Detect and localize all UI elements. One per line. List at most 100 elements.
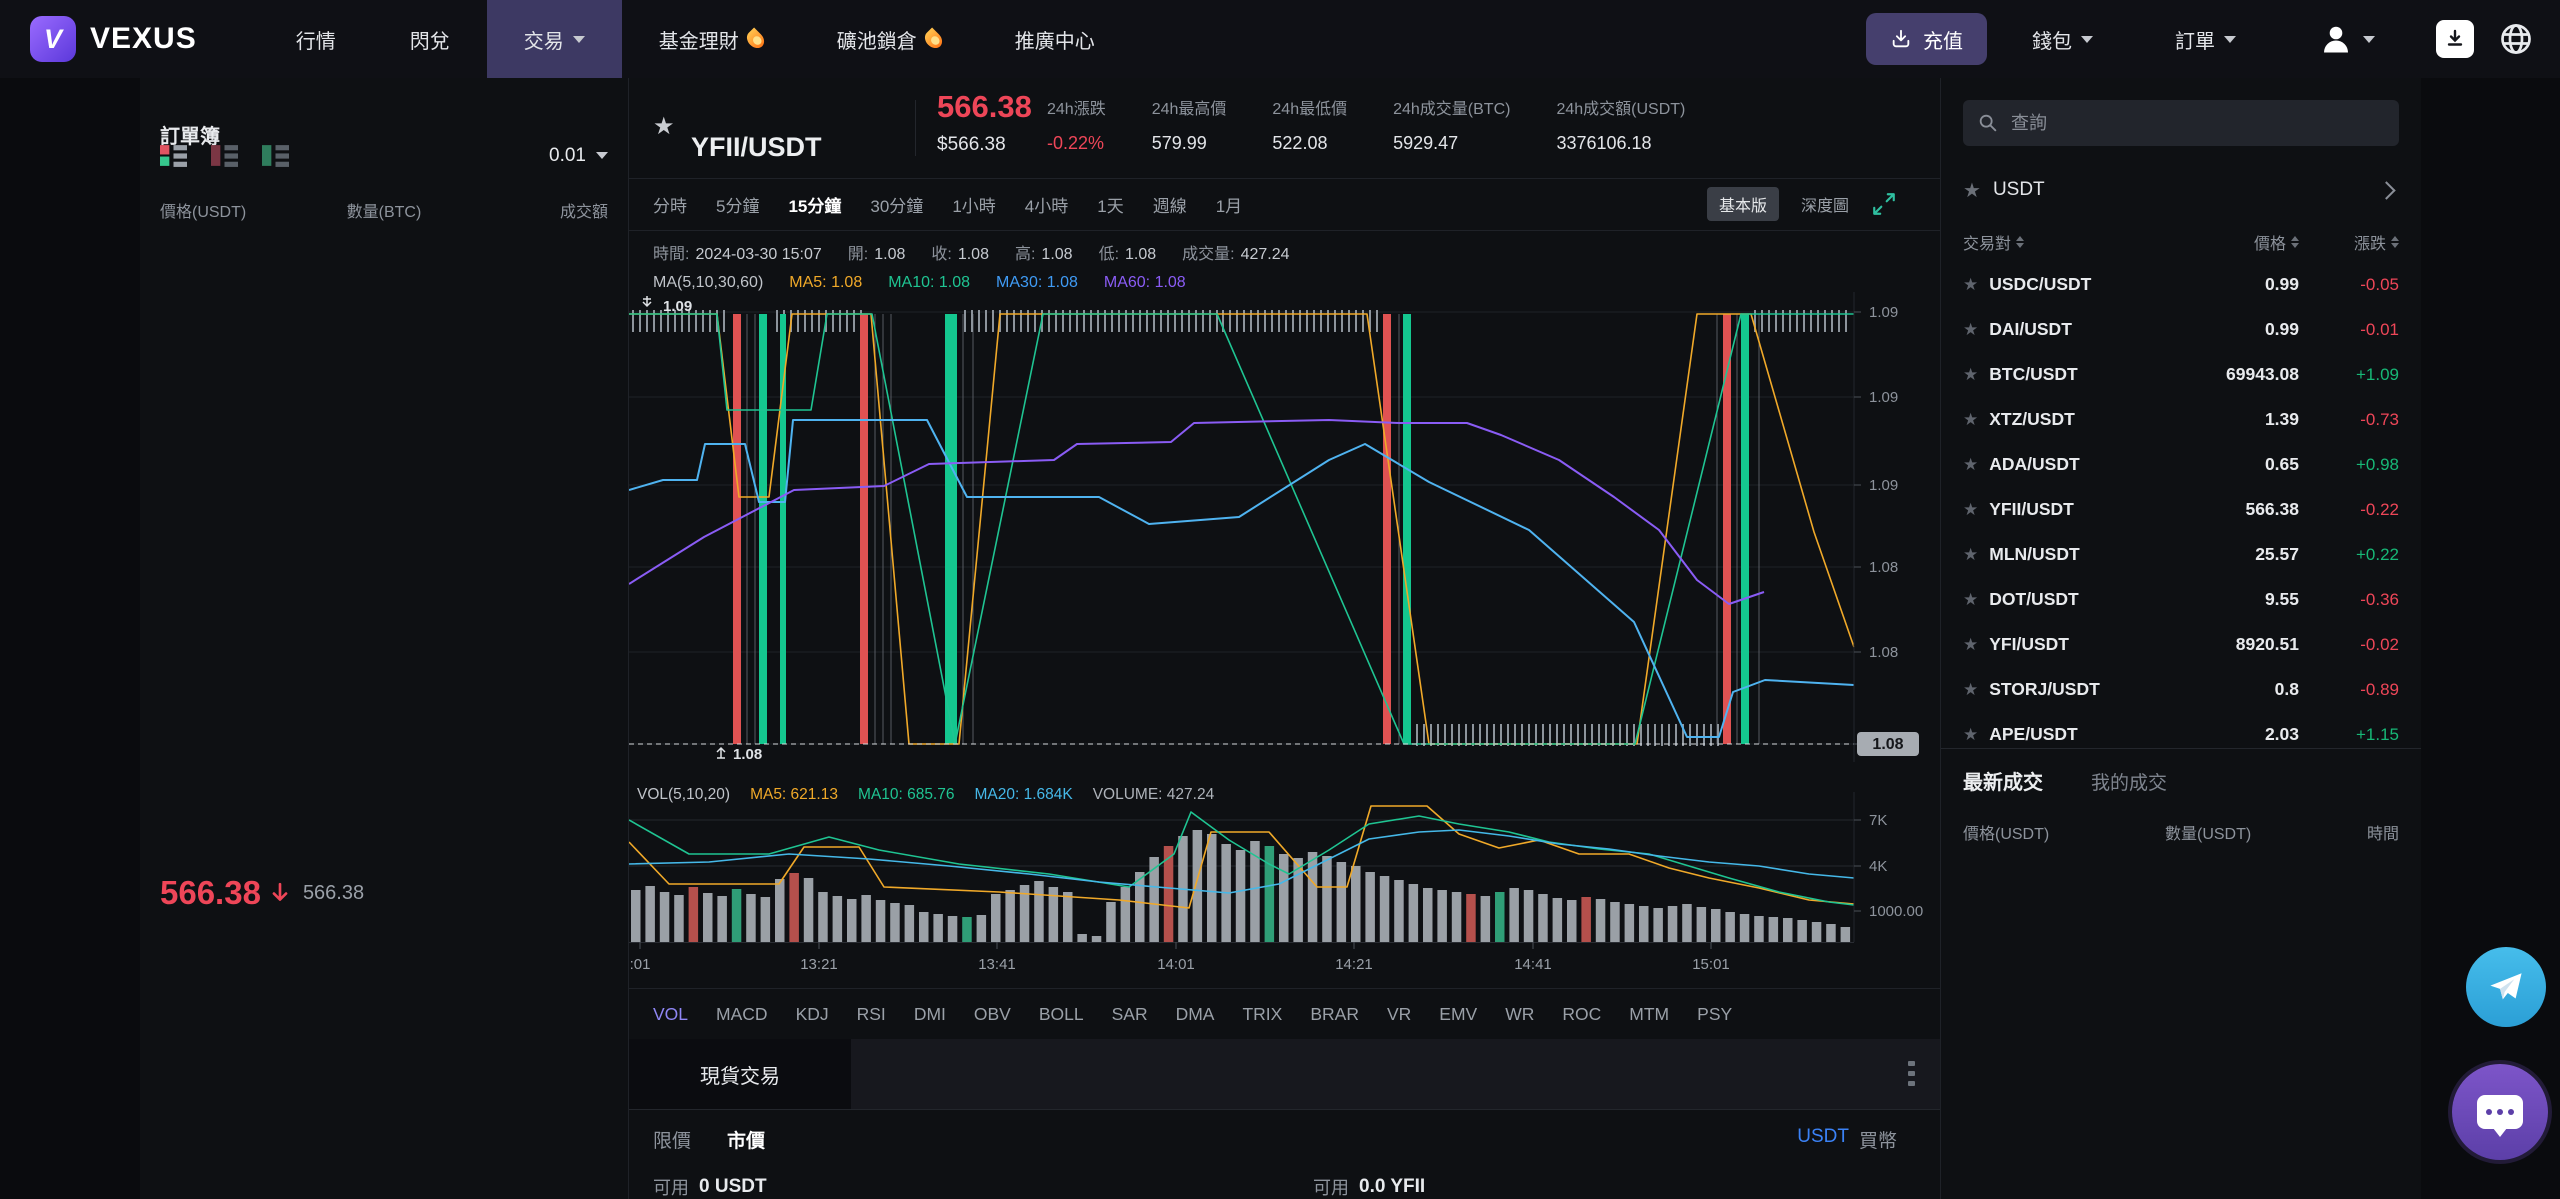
market-group-usdt[interactable]: USDT [1963,166,2399,214]
timeframe-1月[interactable]: 1月 [1216,192,1242,217]
tab-latest-trades[interactable]: 最新成交 [1963,766,2043,795]
sort-by-change[interactable]: 漲跌 [2299,230,2399,254]
fullscreen-icon[interactable] [1871,191,1897,217]
tab-my-trades[interactable]: 我的成交 [2091,768,2167,795]
nav-mining[interactable]: 礦池鎖倉 [800,0,978,78]
market-row[interactable]: USDC/USDT0.99-0.05 [1941,262,2421,307]
ohlc-item: 開: 1.08 [848,240,906,264]
nav-swap[interactable]: 閃兌 [373,0,487,78]
star-icon [1963,178,1981,203]
ohlc-label: 開: [848,246,868,263]
stat-value: 579.99 [1152,133,1227,154]
indicator-dma[interactable]: DMA [1176,1004,1215,1025]
search-input[interactable] [2009,112,2385,135]
sort-by-pair[interactable]: 交易對 [1963,230,2169,254]
precision-selector[interactable]: 0.01 [549,145,608,167]
recharge-button[interactable]: 充值 [1866,13,1987,65]
nav-funds[interactable]: 基金理財 [622,0,800,78]
indicator-macd[interactable]: MACD [716,1004,768,1025]
nav-wallet[interactable]: 錢包 [1995,0,2130,78]
timeframe-30分鐘[interactable]: 30分鐘 [870,192,923,217]
timeframe-5分鐘[interactable]: 5分鐘 [716,192,759,217]
nav-trade[interactable]: 交易 [487,0,622,78]
indicator-boll[interactable]: BOLL [1039,1004,1084,1025]
market-row[interactable]: BTC/USDT69943.08+1.09 [1941,352,2421,397]
language-button[interactable] [2498,21,2534,57]
timeframe-15分鐘[interactable]: 15分鐘 [788,192,841,217]
indicator-psy[interactable]: PSY [1697,1004,1732,1025]
indicator-wr[interactable]: WR [1505,1004,1534,1025]
account-menu[interactable] [2281,0,2412,78]
chevron-right-icon [2377,181,2395,199]
stat-value: 3376106.18 [1556,133,1685,154]
orderbook-view-bids-icon[interactable] [262,142,289,169]
nav-referral[interactable]: 推廣中心 [978,0,1132,78]
orderbook-view-both-icon[interactable] [160,142,187,169]
market-row[interactable]: YFI/USDT8920.51-0.02 [1941,622,2421,667]
svg-text:1.09: 1.09 [1869,477,1898,494]
indicator-trix[interactable]: TRIX [1242,1004,1282,1025]
brand-logo[interactable]: V VEXUS [30,16,197,62]
ohlc-value: 427.24 [1241,246,1290,263]
indicator-brar[interactable]: BRAR [1310,1004,1359,1025]
timeframe-週線[interactable]: 週線 [1153,192,1187,217]
search-box[interactable] [1963,100,2399,146]
indicator-emv[interactable]: EMV [1439,1004,1477,1025]
market-row[interactable]: APE/USDT2.03+1.15 [1941,712,2421,748]
basic-view-button[interactable]: 基本版 [1707,187,1779,221]
timeframe-4小時[interactable]: 4小時 [1025,192,1068,217]
ohlc-value: 2024-03-30 15:07 [695,246,821,263]
ohlc-value: 1.08 [958,246,989,263]
quote-currency-link[interactable]: USDT [1797,1126,1849,1153]
chevron-down-icon [2081,36,2093,43]
favorite-star-icon[interactable] [653,112,675,141]
ohlc-item: 時間:2024-03-30 15:07 [653,240,822,264]
tab-spot-trade[interactable]: 現貨交易 [629,1039,851,1109]
ohlc-label: 成交量: [1182,246,1234,263]
depth-view-button[interactable]: 深度圖 [1801,192,1849,216]
indicator-rsi[interactable]: RSI [857,1004,886,1025]
support-chat-button[interactable] [2452,1064,2548,1160]
svg-text:1.08: 1.08 [1872,736,1903,753]
sort-by-price[interactable]: 價格 [2169,230,2299,254]
menu-dots-icon[interactable] [1908,1061,1915,1086]
pair-change: -0.02 [2299,635,2399,655]
market-order-tab[interactable]: 市價 [727,1126,765,1153]
indicator-obv[interactable]: OBV [974,1004,1011,1025]
market-row[interactable]: DOT/USDT9.55-0.36 [1941,577,2421,622]
market-row[interactable]: DAI/USDT0.99-0.01 [1941,307,2421,352]
timeframe-1小時[interactable]: 1小時 [952,192,995,217]
market-row[interactable]: MLN/USDT25.57+0.22 [1941,532,2421,577]
ohlc-label: 高: [1015,246,1035,263]
nav-orders[interactable]: 訂單 [2138,0,2273,78]
limit-order-tab[interactable]: 限價 [653,1126,691,1153]
download-app-button[interactable] [2436,20,2474,58]
candlestick-chart[interactable]: 1.091.091.091.081.081.081.081.091.08 [629,292,1941,762]
ohlc-value: 1.08 [874,246,905,263]
indicator-mtm[interactable]: MTM [1629,1004,1669,1025]
indicator-sar[interactable]: SAR [1112,1004,1148,1025]
nav-markets[interactable]: 行情 [259,0,373,78]
ohlc-value: 1.08 [1125,246,1156,263]
svg-text:1.08: 1.08 [733,746,762,762]
indicator-vr[interactable]: VR [1387,1004,1411,1025]
market-row[interactable]: YFII/USDT566.38-0.22 [1941,487,2421,532]
market-row[interactable]: XTZ/USDT1.39-0.73 [1941,397,2421,442]
market-list: USDC/USDT0.99-0.05DAI/USDT0.99-0.01BTC/U… [1941,262,2421,748]
market-row[interactable]: STORJ/USDT0.8-0.89 [1941,667,2421,712]
market-row[interactable]: ADA/USDT0.65+0.98 [1941,442,2421,487]
timeframe-分時[interactable]: 分時 [653,192,687,217]
timeframe-1天[interactable]: 1天 [1097,192,1123,217]
pair-price: 25.57 [2169,544,2299,565]
orderbook-last-price[interactable]: 566.38 566.38 [160,874,364,912]
indicator-dmi[interactable]: DMI [914,1004,946,1025]
svg-text:1.09: 1.09 [1869,389,1898,406]
indicator-kdj[interactable]: KDJ [796,1004,829,1025]
telegram-button[interactable] [2466,947,2546,1027]
indicator-roc[interactable]: ROC [1562,1004,1601,1025]
pair-name: ADA/USDT [1989,454,2169,475]
indicator-vol[interactable]: VOL [653,1004,688,1025]
orderbook-view-asks-icon[interactable] [211,142,238,169]
volume-chart[interactable]: 7K4K1000.00:0113:2113:4114:0114:2114:411… [629,792,1941,978]
svg-text:14:41: 14:41 [1514,956,1552,973]
